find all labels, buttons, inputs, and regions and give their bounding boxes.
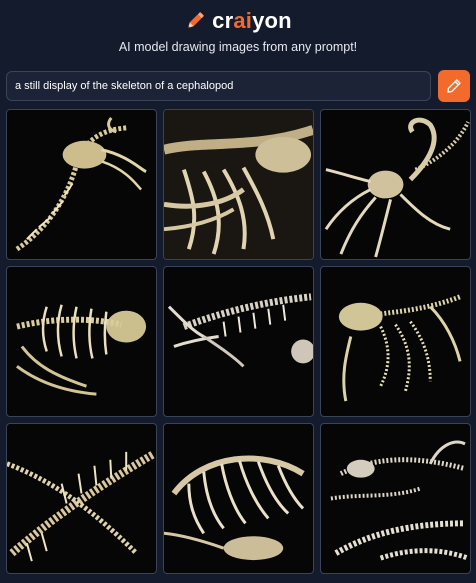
brand-logo[interactable]: craiyon xyxy=(212,8,292,34)
prompt-input[interactable] xyxy=(6,71,431,101)
skeleton-illustration xyxy=(324,117,470,258)
generated-image-6[interactable] xyxy=(320,266,471,417)
skeleton-illustration xyxy=(167,293,313,368)
skeleton-illustration xyxy=(7,450,156,562)
image-grid xyxy=(6,109,471,574)
generated-image-1[interactable] xyxy=(6,109,157,260)
skeleton-illustration xyxy=(338,294,462,402)
brand-prefix: cr xyxy=(212,8,234,33)
tagline: AI model drawing images from any prompt! xyxy=(118,40,358,54)
prompt-row xyxy=(6,70,470,103)
skeleton-illustration xyxy=(330,440,469,561)
generated-image-5[interactable] xyxy=(163,266,314,417)
generated-image-4[interactable] xyxy=(6,266,157,417)
generated-image-8[interactable] xyxy=(163,423,314,574)
skeleton-illustration xyxy=(16,304,147,396)
pencil-icon xyxy=(446,78,462,94)
draw-button[interactable] xyxy=(438,70,470,102)
brand-suffix: yon xyxy=(252,8,292,33)
pencil-logo-icon xyxy=(184,10,206,32)
skeleton-illustration xyxy=(15,116,147,252)
header: craiyon xyxy=(0,6,476,36)
skeleton-illustration xyxy=(164,110,313,259)
generated-image-3[interactable] xyxy=(320,109,471,260)
generated-image-7[interactable] xyxy=(6,423,157,574)
brand-accent: ai xyxy=(233,8,253,33)
skeleton-illustration xyxy=(164,455,305,561)
generated-image-2[interactable] xyxy=(163,109,314,260)
generated-image-9[interactable] xyxy=(320,423,471,574)
